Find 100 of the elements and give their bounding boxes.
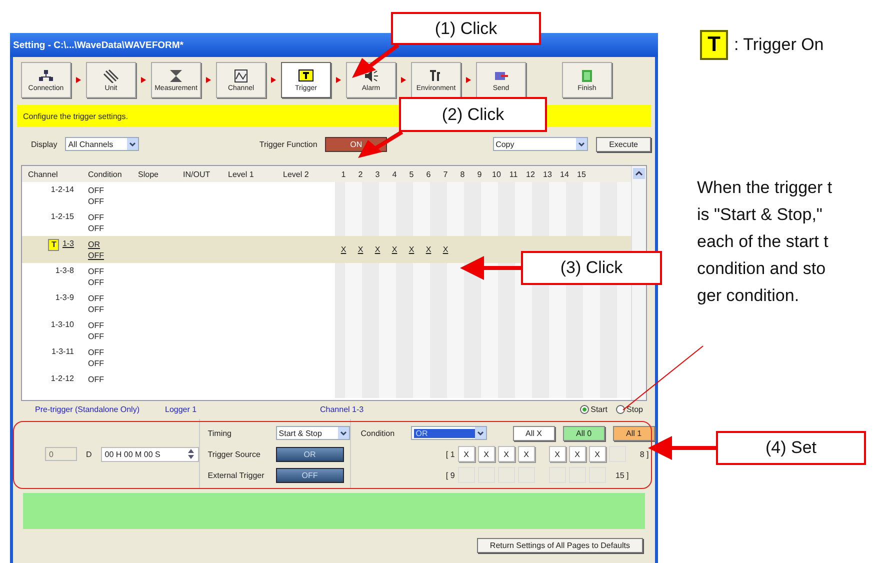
column-header: 4 bbox=[391, 170, 398, 178]
column-header: 8 bbox=[459, 170, 466, 178]
network-icon bbox=[38, 68, 54, 82]
pointer-arrow bbox=[648, 436, 716, 460]
step-arrow-icon bbox=[141, 77, 146, 83]
condition-cell-text: OFF bbox=[88, 266, 105, 277]
bit-range-start: [ 1 bbox=[444, 450, 455, 458]
bit-cell[interactable]: X bbox=[374, 245, 380, 254]
condition-dropdown[interactable]: OR bbox=[410, 426, 487, 440]
condition-label: Condition bbox=[360, 428, 396, 438]
bit-cell[interactable]: X bbox=[340, 245, 346, 254]
bit-input[interactable]: X bbox=[588, 446, 606, 462]
execute-button[interactable]: Execute bbox=[596, 136, 651, 152]
timing-label: Timing bbox=[208, 428, 232, 438]
note-text: condition and sto bbox=[697, 258, 827, 280]
column-header: Level 1 bbox=[227, 170, 255, 178]
column-header: 6 bbox=[425, 170, 432, 178]
column-header: 5 bbox=[408, 170, 415, 178]
condition-cell-text: OFF bbox=[88, 212, 105, 223]
column-header: 9 bbox=[476, 170, 483, 178]
trigger-source-button[interactable]: OR bbox=[276, 446, 344, 462]
note-text: is "Start & Stop," bbox=[697, 204, 824, 226]
scroll-up-icon[interactable] bbox=[633, 168, 645, 179]
bit-cell[interactable]: X bbox=[426, 245, 432, 254]
column-header: 10 bbox=[491, 170, 502, 178]
condition-cell-text: OFF bbox=[88, 250, 105, 261]
pointer-arrow bbox=[352, 43, 400, 78]
condition-cell-text: OFF bbox=[88, 358, 105, 369]
set-all-button[interactable]: All 0 bbox=[562, 426, 605, 440]
timing-dropdown[interactable]: Start & Stop bbox=[276, 426, 350, 440]
step-arrow-icon bbox=[271, 77, 276, 83]
time-field[interactable]: 00 H 00 M 00 S bbox=[100, 446, 199, 462]
bit-cell[interactable]: X bbox=[442, 245, 448, 254]
return-defaults-button[interactable]: Return Settings of All Pages to Defaults bbox=[476, 538, 643, 553]
column-header: 1 bbox=[340, 170, 347, 178]
condition-cell-text: OFF bbox=[88, 277, 105, 288]
condition-cell-text: OFF bbox=[88, 185, 105, 196]
bit-cell[interactable]: X bbox=[392, 245, 398, 254]
pointer-arrow bbox=[460, 256, 521, 280]
column-header: Slope bbox=[137, 170, 160, 178]
bit-input[interactable]: X bbox=[458, 446, 475, 462]
note-text: each of the start t bbox=[697, 231, 830, 253]
column-header: Level 2 bbox=[282, 170, 310, 178]
condition-cell-text: OFF bbox=[88, 196, 105, 207]
external-trigger-label: External Trigger bbox=[208, 470, 266, 480]
step-arrow-icon bbox=[466, 77, 471, 83]
waveform-icon bbox=[233, 68, 249, 82]
column-header: Condition bbox=[87, 170, 123, 178]
bit-cell[interactable]: X bbox=[358, 245, 364, 254]
bit-input[interactable]: X bbox=[478, 446, 495, 462]
callout-tooltip: (3) Click bbox=[521, 251, 662, 285]
step-arrow-icon bbox=[401, 77, 406, 83]
column-header: 13 bbox=[542, 170, 553, 178]
condition-cell-text: OFF bbox=[88, 304, 105, 315]
column-header: 15 bbox=[576, 170, 587, 178]
channel-cell: 1-3-9 bbox=[55, 293, 74, 302]
column-header: 12 bbox=[525, 170, 536, 178]
condition-cell-text: OFF bbox=[88, 331, 105, 342]
channel-cell: 1-3-11 bbox=[51, 347, 74, 356]
bit-range-end: 8 ] bbox=[638, 450, 649, 458]
display-dropdown[interactable]: All Channels bbox=[65, 137, 139, 151]
radio-option[interactable]: Start bbox=[580, 404, 608, 414]
condition-cell-text: OFF bbox=[88, 374, 105, 385]
set-all-button[interactable]: All 1 bbox=[612, 426, 655, 440]
section-label: Channel 1-3 bbox=[320, 404, 364, 414]
section-label: Pre-trigger (Standalone Only) bbox=[35, 404, 140, 414]
column-header: 14 bbox=[559, 170, 570, 178]
column-header: 3 bbox=[374, 170, 381, 178]
speaker-icon bbox=[363, 68, 379, 82]
condition-cell-text: OFF bbox=[88, 347, 105, 358]
section-label: Logger 1 bbox=[165, 404, 198, 414]
day-spinner[interactable]: 0 bbox=[45, 447, 77, 461]
door-icon bbox=[579, 68, 595, 82]
channel-cell: 1-3-8 bbox=[55, 266, 74, 275]
copy-dropdown[interactable]: Copy bbox=[492, 137, 588, 151]
trigger-on-icon: T bbox=[700, 30, 728, 60]
sign-icon bbox=[298, 68, 314, 82]
legend-text: : Trigger On bbox=[734, 35, 824, 55]
condition-cell-text: OFF bbox=[88, 223, 105, 234]
column-header: Channel bbox=[27, 170, 59, 178]
column-header: 11 bbox=[508, 170, 519, 178]
bit-input[interactable]: X bbox=[548, 446, 566, 462]
bit-input[interactable]: X bbox=[518, 446, 535, 462]
trigger-source-label: Trigger Source bbox=[208, 450, 262, 458]
bit-cell[interactable]: X bbox=[408, 245, 414, 254]
column-header: 7 bbox=[442, 170, 449, 178]
step-arrow-icon bbox=[76, 77, 81, 83]
spinner-arrows-icon[interactable] bbox=[186, 448, 195, 460]
channel-cell: 1-2-12 bbox=[50, 374, 74, 383]
bit-input[interactable]: X bbox=[498, 446, 515, 462]
hourglass-icon bbox=[168, 68, 184, 82]
bit-range-end: 15 ] bbox=[614, 470, 629, 480]
callout-tooltip: (4) Set bbox=[716, 431, 866, 465]
channel-cell: 1-3 bbox=[62, 239, 74, 248]
set-all-button[interactable]: All X bbox=[512, 426, 555, 440]
radio-option[interactable]: Stop bbox=[616, 404, 643, 414]
channel-cell: 1-3-10 bbox=[50, 320, 74, 329]
bit-input[interactable]: X bbox=[568, 446, 586, 462]
channel-cell: 1-2-14 bbox=[50, 185, 74, 194]
column-header: 2 bbox=[357, 170, 364, 178]
